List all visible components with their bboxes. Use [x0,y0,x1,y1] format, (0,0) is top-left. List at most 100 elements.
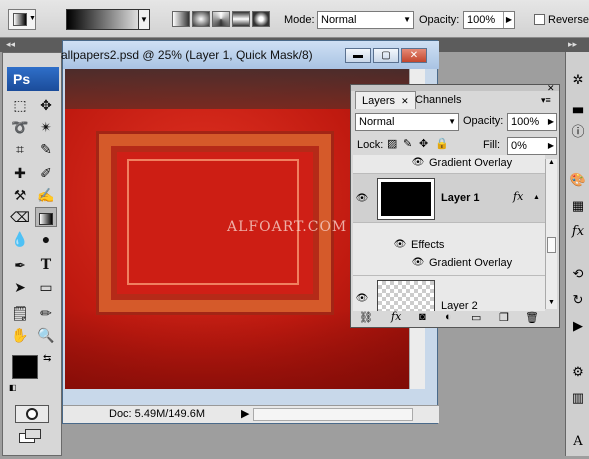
layer-row-layer2[interactable]: 👁 Layer 2 [353,275,545,311]
status-menu-arrow-icon[interactable]: ▶ [241,407,249,420]
maximize-button[interactable]: ▢ [373,48,399,63]
folder-icon[interactable]: ▭ [471,311,481,324]
tool-preset-picker[interactable]: ▼ [8,9,36,30]
magic-wand-icon[interactable]: ✴ [35,117,57,137]
layers-scrollbar[interactable]: ▲ ▼ [545,159,557,309]
lock-image-icon[interactable]: ✎ [403,137,412,150]
play-icon[interactable]: ▶ [568,316,588,336]
hand-icon[interactable]: ✋ [9,325,31,345]
chevron-down-icon: ▼ [448,117,456,126]
document-title-bar[interactable]: allpapers2.psd @ 25% (Layer 1, Quick Mas… [61,41,439,69]
angle-gradient-button[interactable] [212,11,230,27]
scroll-down-icon[interactable]: ▼ [548,299,555,306]
tab-close-icon[interactable]: ✕ [401,96,409,106]
panel-close-icon[interactable]: ✕ [547,83,555,94]
path-selection-icon[interactable]: ➤ [9,277,31,297]
linear-gradient-button[interactable] [172,11,190,27]
eyedropper-sample-icon[interactable]: ✏ [35,303,57,323]
eye-icon[interactable]: 👁 [355,194,369,204]
tab-channels[interactable]: Channels [409,91,467,109]
styles-icon[interactable]: fx [568,222,588,242]
layer-thumbnail [377,178,435,220]
lock-position-icon[interactable]: ✥ [419,137,428,150]
list-item[interactable]: 👁 Effects [353,237,545,253]
rectangular-marquee-icon[interactable]: ⬚ [9,95,31,115]
info-icon[interactable]: ⓘ [568,122,588,142]
blend-mode-select[interactable]: Normal ▼ [355,113,459,131]
actions-icon[interactable]: ↻ [568,290,588,310]
screen-mode-icon[interactable] [19,429,45,445]
minimize-button[interactable]: ▬ [345,48,371,63]
layers-panel: ✕ Layers ✕ Channels ▾≡ Normal ▼ Opacity:… [350,83,560,328]
eye-icon[interactable]: 👁 [393,240,407,250]
options-bar: ▼ ▼ Mode: Normal ▼ Opacity: 100% ▶ Rever… [0,0,589,38]
close-button[interactable]: ✕ [401,48,427,63]
fx-badge[interactable]: fx [513,190,523,203]
diamond-gradient-button[interactable] [252,11,270,27]
paths-icon[interactable]: ▥ [568,388,588,408]
history-icon[interactable]: ⟲ [568,264,588,284]
pen-icon[interactable]: ✒ [9,255,31,275]
layer-row-layer1[interactable]: 👁 Layer 1 fx ▲ [353,173,545,223]
lock-transparent-icon[interactable]: ▨ [387,137,397,150]
reverse-label: Reverse [548,14,589,26]
clone-stamp-icon[interactable]: ⚒ [9,185,31,205]
opacity-field[interactable]: 100% ▶ [463,11,515,29]
color-icon[interactable]: 🎨 [568,170,588,190]
adjustment-layer-icon[interactable]: ◐ [445,311,452,323]
mode-select[interactable]: Normal ▼ [317,11,414,29]
list-item[interactable]: 👁 Gradient Overlay [353,155,545,171]
navigator-icon[interactable]: ✲ [568,70,588,90]
panel-menu-icon[interactable]: ▾≡ [541,95,551,106]
expand-arrows-icon[interactable]: ▸▸ [568,39,577,50]
collapse-arrows-icon[interactable]: ◂◂ [6,39,15,50]
maximize-icon: ▢ [381,50,391,61]
history-brush-icon[interactable]: ✍ [35,185,57,205]
reflected-gradient-button[interactable] [232,11,250,27]
type-tool-icon[interactable]: T [35,255,57,275]
eye-icon[interactable]: 👁 [355,294,369,304]
healing-brush-icon[interactable]: ✚ [9,163,31,183]
link-icon[interactable]: ⛓ [359,311,373,324]
zoom-icon[interactable]: 🔍 [35,325,57,345]
eyedropper-icon[interactable]: ✎ [35,139,57,159]
add-mask-icon[interactable]: ◙ [419,311,426,323]
eye-icon[interactable]: 👁 [411,258,425,268]
tab-layers[interactable]: Layers ✕ [355,91,416,109]
reverse-checkbox[interactable] [534,14,545,25]
list-item[interactable]: 👁 Gradient Overlay [353,255,545,271]
lock-all-icon[interactable]: 🔒 [435,137,449,150]
radial-gradient-button[interactable] [192,11,210,27]
eye-icon[interactable]: 👁 [411,158,425,168]
layers-footer: ⛓ fx ◙ ◐ ▭ ❐ 🗑 [353,310,558,327]
character-icon[interactable]: A [568,432,588,452]
new-layer-icon[interactable]: ❐ [499,311,509,324]
blur-icon[interactable]: 💧 [9,229,31,249]
crop-icon[interactable]: ⌗ [9,139,31,159]
scroll-up-icon[interactable]: ▲ [548,159,555,166]
notes-icon[interactable]: 🗒 [9,303,31,323]
default-colors-icon[interactable]: ◧ [9,383,17,392]
swap-colors-icon[interactable]: ⇆ [43,353,51,364]
swatches-icon[interactable]: ▦ [568,196,588,216]
lasso-icon[interactable]: ➰ [9,117,31,137]
move-tool-icon[interactable]: ✥ [35,95,57,115]
eraser-icon[interactable]: ⌫ [9,207,31,227]
collapse-triangle-icon[interactable]: ▲ [533,194,540,201]
dodge-icon[interactable]: ● [35,229,57,249]
trash-icon[interactable]: 🗑 [525,311,539,324]
gradient-picker-arrow[interactable]: ▼ [138,9,150,30]
rectangle-shape-icon[interactable]: ▭ [35,277,57,297]
layer-opacity-field[interactable]: 100% ▶ [507,113,557,131]
brush-icon[interactable]: ✐ [35,163,57,183]
quick-mask-button[interactable] [15,405,49,423]
foreground-color-swatch[interactable] [12,355,38,379]
layer-list: 👁 Gradient Overlay 👁 Layer 1 fx ▲ 👁 Effe… [353,155,545,311]
scroll-thumb[interactable] [547,237,556,253]
fx-icon[interactable]: fx [391,310,401,323]
histogram-icon[interactable]: ▃ [568,96,588,116]
horizontal-scrollbar[interactable] [253,408,413,421]
fill-field[interactable]: 0% ▶ [507,137,557,155]
gradient-tool-icon[interactable] [35,207,57,227]
tool-presets-icon[interactable]: ⚙ [568,362,588,382]
